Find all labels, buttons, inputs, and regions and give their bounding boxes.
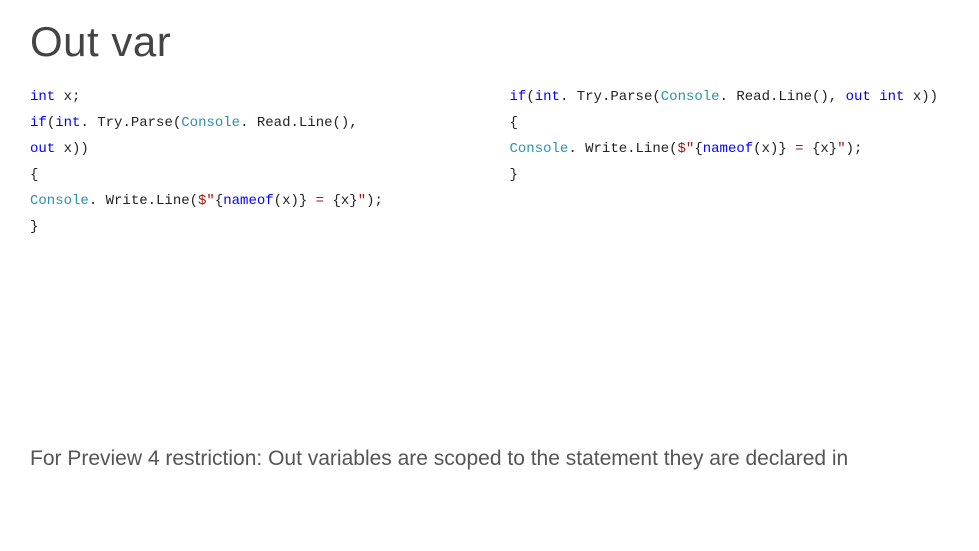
string: = bbox=[787, 141, 812, 157]
code-text: ); bbox=[846, 141, 863, 157]
code-line: { bbox=[510, 110, 950, 136]
code-text: x; bbox=[55, 89, 80, 105]
keyword: if bbox=[510, 89, 527, 105]
code-right: if(int. Try.Parse(Console. Read.Line(), … bbox=[510, 84, 950, 240]
footer-note: For Preview 4 restriction: Out variables… bbox=[30, 447, 949, 471]
type: Console bbox=[181, 115, 240, 131]
code-line: Console. Write.Line($"{nameof(x)} = {x}"… bbox=[30, 188, 470, 214]
code-text: . Try.Parse( bbox=[560, 89, 661, 105]
code-text: {x} bbox=[812, 141, 837, 157]
code-text: . Write.Line( bbox=[89, 193, 198, 209]
code-text: . Try.Parse( bbox=[80, 115, 181, 131]
code-text: . Write.Line( bbox=[568, 141, 677, 157]
keyword: int bbox=[30, 89, 55, 105]
code-line: if(int. Try.Parse(Console. Read.Line(), … bbox=[510, 84, 950, 110]
code-text: { bbox=[30, 167, 38, 183]
type: Console bbox=[30, 193, 89, 209]
code-text: . Read.Line(), bbox=[720, 89, 846, 105]
keyword: out bbox=[30, 141, 55, 157]
string: $" bbox=[678, 141, 695, 157]
code-text: } bbox=[30, 219, 38, 235]
string: = bbox=[307, 193, 332, 209]
code-line: int x; bbox=[30, 84, 470, 110]
type: Console bbox=[661, 89, 720, 105]
code-text: x)) bbox=[55, 141, 89, 157]
string: $" bbox=[198, 193, 215, 209]
code-line: } bbox=[510, 162, 950, 188]
string: " bbox=[837, 141, 845, 157]
code-text: { bbox=[215, 193, 223, 209]
keyword: out int bbox=[846, 89, 905, 105]
code-text: . Read.Line(), bbox=[240, 115, 358, 131]
code-left: int x; if(int. Try.Parse(Console. Read.L… bbox=[30, 84, 470, 240]
code-line: } bbox=[30, 214, 470, 240]
keyword: nameof bbox=[223, 193, 273, 209]
code-text: (x)} bbox=[753, 141, 787, 157]
keyword: nameof bbox=[703, 141, 753, 157]
code-text: { bbox=[694, 141, 702, 157]
code-text: {x} bbox=[333, 193, 358, 209]
keyword: int bbox=[535, 89, 560, 105]
code-text: x)) bbox=[904, 89, 938, 105]
code-text: { bbox=[510, 115, 518, 131]
code-line: { bbox=[30, 162, 470, 188]
code-text: ( bbox=[526, 89, 534, 105]
keyword: if bbox=[30, 115, 47, 131]
code-line: Console. Write.Line($"{nameof(x)} = {x}"… bbox=[510, 136, 950, 162]
code-text: ( bbox=[47, 115, 55, 131]
type: Console bbox=[510, 141, 569, 157]
code-text: (x)} bbox=[274, 193, 308, 209]
page-title: Out var bbox=[30, 18, 949, 66]
code-line: if(int. Try.Parse(Console. Read.Line(), bbox=[30, 110, 470, 136]
keyword: int bbox=[55, 115, 80, 131]
code-text: ); bbox=[366, 193, 383, 209]
slide: Out var int x; if(int. Try.Parse(Console… bbox=[0, 0, 979, 551]
string: " bbox=[358, 193, 366, 209]
code-line: out x)) bbox=[30, 136, 470, 162]
code-text: } bbox=[510, 167, 518, 183]
code-columns: int x; if(int. Try.Parse(Console. Read.L… bbox=[30, 84, 949, 240]
